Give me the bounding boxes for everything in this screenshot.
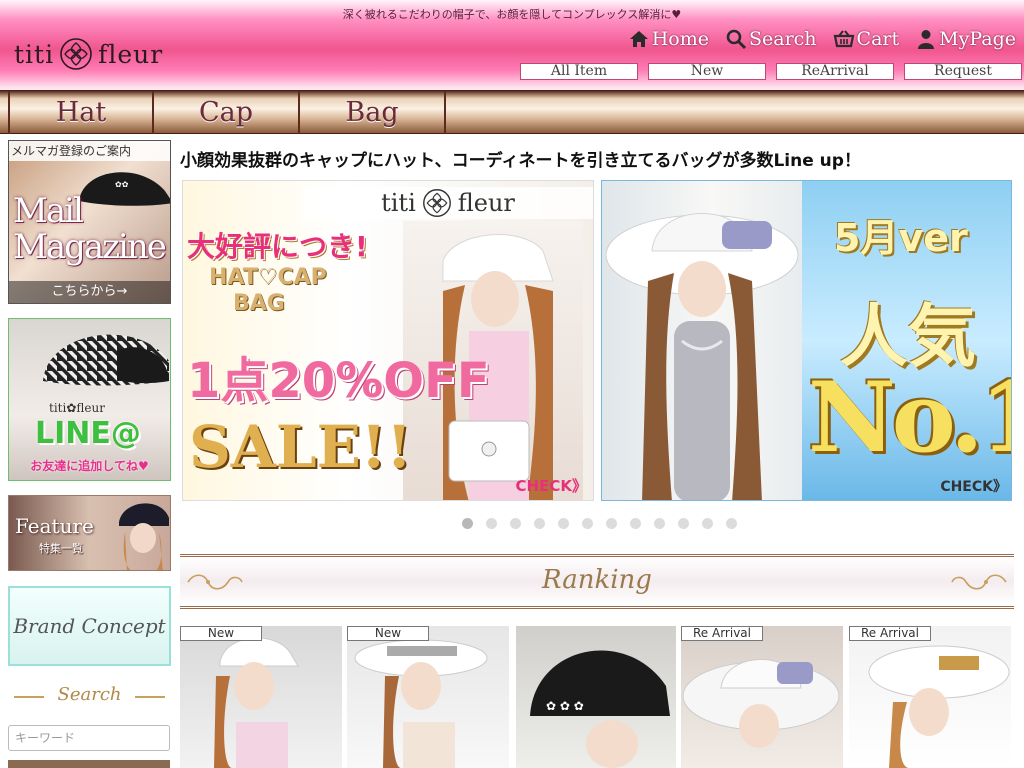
ranking-title: Ranking	[542, 565, 652, 595]
slide-items-line1: HAT♡CAP	[209, 265, 327, 290]
line-banner-title: LINE@	[35, 416, 141, 451]
category-cap[interactable]: Cap	[154, 91, 300, 134]
product-label-5: Re Arrival	[849, 626, 931, 641]
line-banner-subtitle: お友達に追加してね♥	[30, 459, 149, 473]
category-hat[interactable]: Hat	[8, 91, 154, 134]
logo-text-left: titi	[14, 39, 55, 69]
subnav-request[interactable]: Request	[904, 63, 1022, 80]
carousel-dot[interactable]	[678, 518, 689, 529]
product-image-2	[354, 639, 488, 768]
feature-title: Feature	[15, 514, 94, 538]
user-icon	[918, 30, 935, 49]
sale-banner-slide[interactable]: titi fleur 大好評につき! HAT♡CAP BAG 1点20%OFF …	[182, 180, 594, 501]
carousel-dot[interactable]	[630, 518, 641, 529]
cart-icon	[833, 30, 854, 48]
houndstooth-cap-image	[43, 334, 169, 386]
slide-sale-text: SALE!!	[189, 413, 412, 481]
feature-subtitle: 特集一覧	[39, 542, 83, 555]
logo-text-right: fleur	[98, 39, 164, 69]
slide-items-line2: BAG	[233, 291, 285, 316]
home-icon	[629, 31, 648, 47]
line-friend-banner[interactable]: titi✿fleur LINE@ お友達に追加してね♥	[8, 318, 171, 481]
ranking-product-4[interactable]: Re Arrival	[681, 626, 843, 768]
sub-nav: All Item New ReArrival Request	[520, 63, 1022, 80]
carousel-dot[interactable]	[582, 518, 593, 529]
slide-logo-right: fleur	[457, 189, 515, 217]
nav-search[interactable]: Search	[725, 28, 817, 50]
subnav-rearrival[interactable]: ReArrival	[776, 63, 894, 80]
slide-logo-left: titi	[381, 189, 416, 217]
carousel-dot[interactable]	[486, 518, 497, 529]
subnav-new[interactable]: New	[648, 63, 766, 80]
tagline: 深く被れるこだわりの帽子で、お顔を隠してコンプレックス解消に♥	[342, 8, 682, 21]
site-logo[interactable]: titi fleur	[14, 36, 163, 72]
category-bar: Hat Cap Bag	[0, 90, 1024, 134]
feature-model-image	[119, 503, 169, 570]
nav-cart[interactable]: Cart	[833, 28, 900, 50]
nav-home-label: Home	[651, 28, 709, 50]
carousel-dot[interactable]	[726, 518, 737, 529]
brand-concept-banner[interactable]: Brand Concept	[8, 586, 171, 666]
flower-logo-icon	[422, 189, 451, 217]
ranking-product-5[interactable]: Re Arrival	[849, 626, 1011, 768]
nav-home[interactable]: Home	[628, 28, 709, 50]
carousel-dot[interactable]	[558, 518, 569, 529]
site-header: 深く被れるこだわりの帽子で、お顔を隠してコンプレックス解消に♥ titi fle…	[0, 0, 1024, 90]
slide-version-text: 5月ver	[834, 216, 968, 260]
product-image-1	[214, 637, 299, 768]
ornament-right-icon	[951, 574, 1007, 590]
nav-mypage[interactable]: MyPage	[915, 28, 1016, 50]
product-label-4: Re Arrival	[681, 626, 763, 641]
slide-items-text: HAT♡CAP BAG	[209, 265, 389, 317]
search-icon	[726, 29, 747, 50]
carousel-dot[interactable]	[534, 518, 545, 529]
ranking-product-2[interactable]: New	[347, 626, 509, 768]
flower-logo-icon	[60, 38, 92, 70]
ranking-product-1[interactable]: New	[180, 626, 342, 768]
category-bag[interactable]: Bag	[300, 91, 446, 134]
slide-promo-text: 大好評につき!	[187, 230, 368, 263]
carousel-dot[interactable]	[702, 518, 713, 529]
carousel-dots	[462, 518, 737, 529]
nav-cart-label: Cart	[856, 28, 900, 50]
slide2-check-link[interactable]: CHECK》	[940, 476, 1007, 496]
keyword-search-input[interactable]	[8, 725, 170, 751]
page-headline: 小顔効果抜群のキャップにハット、コーディネートを引き立てるバッグが多数Line …	[180, 151, 861, 171]
mail-magazine-caption: メルマガ登録のご案内	[9, 141, 170, 161]
carousel-dot[interactable]	[510, 518, 521, 529]
product-image-4	[682, 659, 840, 748]
sunhat-model-image	[602, 181, 802, 500]
brand-concept-text: Brand Concept	[13, 614, 166, 638]
nav-search-label: Search	[748, 28, 817, 50]
slide-brand-logo: titi fleur	[303, 187, 593, 219]
mail-magazine-title: Mail Magazine	[13, 191, 167, 267]
subnav-all-item[interactable]: All Item	[520, 63, 638, 80]
slide-number-one-text: No.1	[808, 361, 1011, 474]
product-image-5	[868, 645, 1010, 768]
page: 深く被れるこだわりの帽子で、お顔を隠してコンプレックス解消に♥ titi fle…	[0, 0, 1024, 768]
ranking-product-3[interactable]: ✿ ✿ ✿	[516, 626, 676, 768]
sidebar-bottom-strip	[8, 760, 170, 768]
mail-magazine-banner[interactable]: メルマガ登録のご案内 ✿✿ Mail Magazine こちらから→	[8, 140, 171, 304]
slide-check-link[interactable]: CHECK》	[516, 475, 587, 496]
feature-banner[interactable]: Feature 特集一覧	[8, 495, 171, 571]
product-image-3: ✿ ✿ ✿	[530, 650, 670, 768]
ranking-header: Ranking	[180, 554, 1014, 609]
top-nav: Home Search Cart MyPage	[628, 26, 1016, 52]
line-banner-logo: titi✿fleur	[49, 401, 105, 415]
svg-text:✿✿: ✿✿	[115, 180, 129, 189]
carousel-dot[interactable]	[606, 518, 617, 529]
product-label-1: New	[180, 626, 262, 641]
nav-mypage-label: MyPage	[939, 28, 1016, 50]
slide-discount-text: 1点20%OFF	[187, 353, 490, 409]
svg-text:✿ ✿ ✿: ✿ ✿ ✿	[546, 699, 584, 713]
carousel-dot[interactable]	[654, 518, 665, 529]
popular-ranking-slide[interactable]: 5月ver 人気 No.1 CHECK》	[601, 180, 1012, 501]
mail-magazine-link: こちらから→	[9, 281, 170, 303]
product-label-2: New	[347, 626, 429, 641]
carousel-dot[interactable]	[462, 518, 473, 529]
sidebar-search-heading: Search	[8, 684, 171, 710]
